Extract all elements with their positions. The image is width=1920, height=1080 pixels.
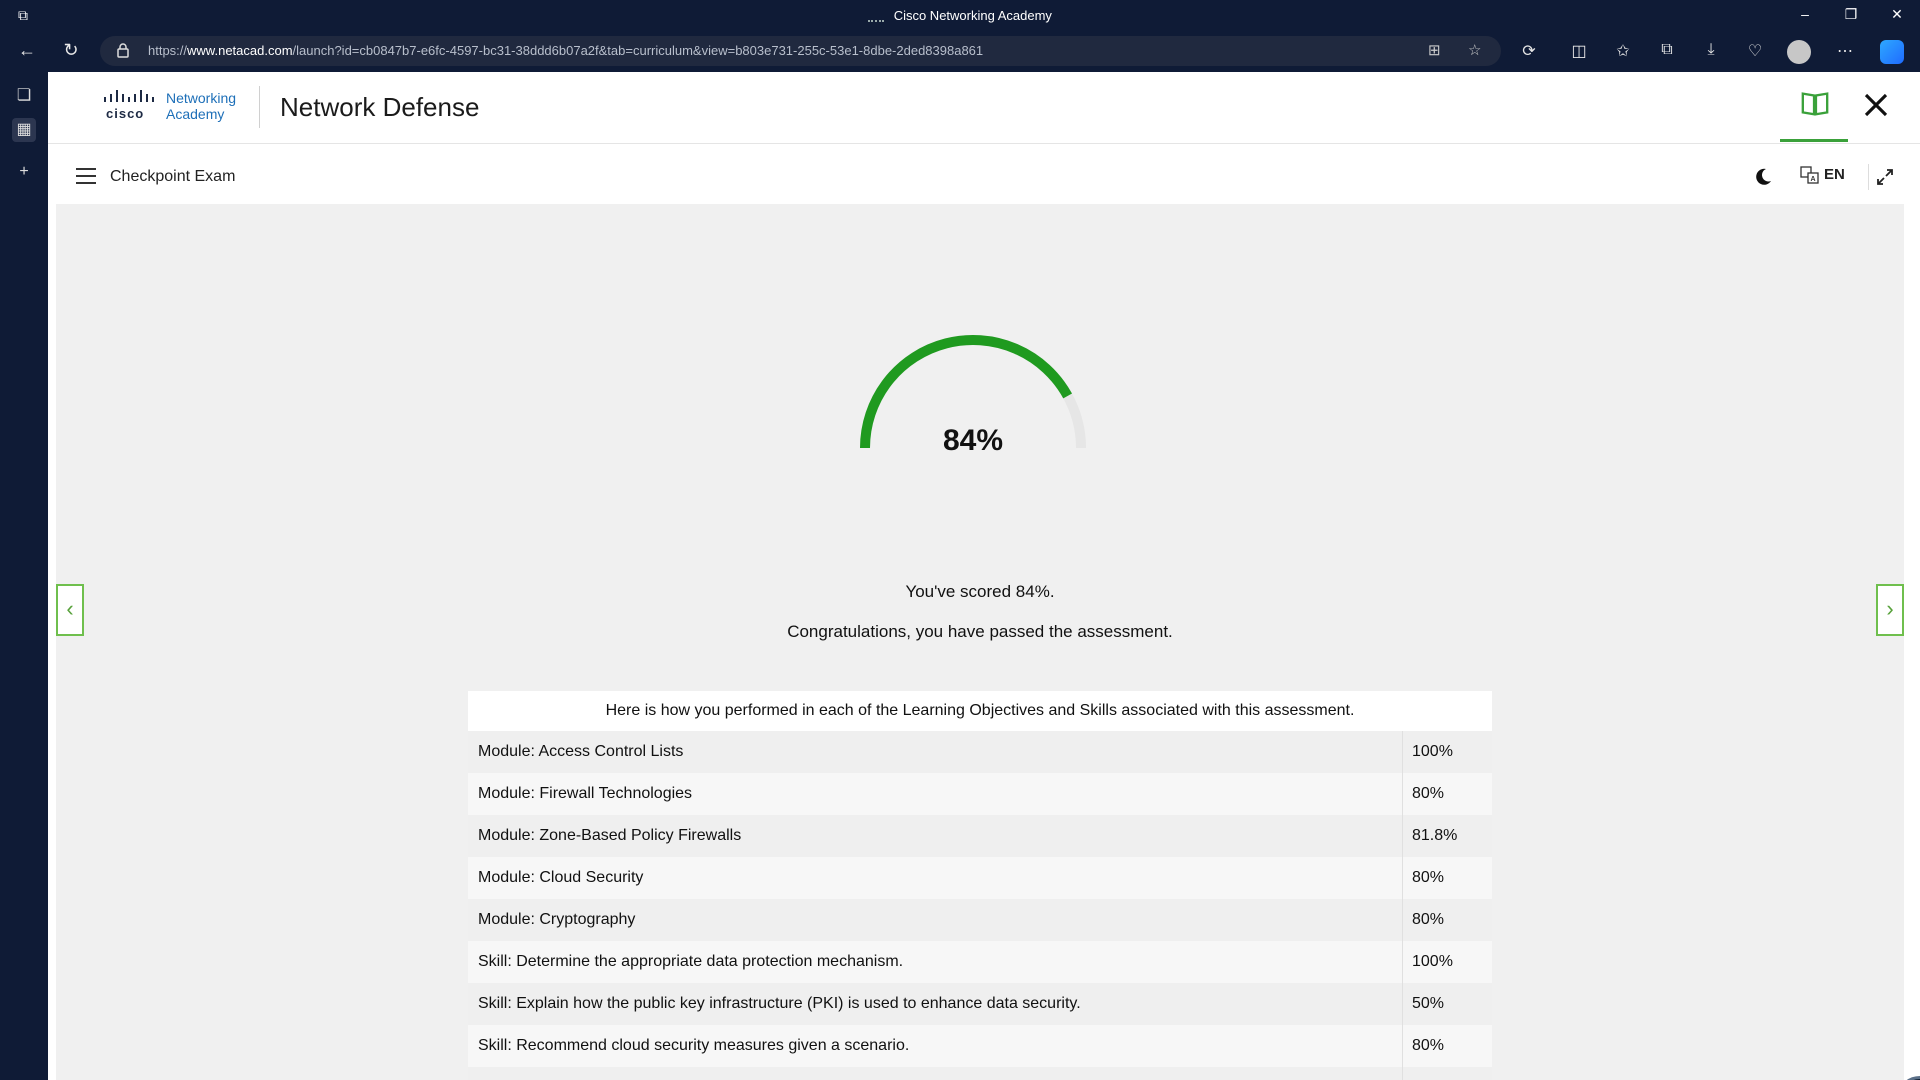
objective-score: 80% <box>1412 911 1445 928</box>
objective-name: Module: Cloud Security <box>468 857 1403 899</box>
course-title: Network Defense <box>280 92 480 122</box>
table-row: Skill: Explain how the public key infras… <box>468 983 1492 1025</box>
objective-score: 87.1% <box>1403 1067 1492 1080</box>
table-row: Skill: Recommend cloud security measures… <box>468 1025 1492 1067</box>
browser-sidebar: ❏ ▦ + <box>0 72 48 1080</box>
hamburger-menu-icon[interactable] <box>76 168 96 184</box>
window-title: Cisco Networking Academy <box>893 8 1052 23</box>
restore-icon[interactable]: ❐ <box>1836 6 1866 23</box>
book-icon <box>1801 92 1829 116</box>
table-row: Module: Cloud Security 80% <box>468 857 1492 899</box>
tab-actions-icon[interactable]: ❏ <box>12 84 36 108</box>
cisco-bars-icon <box>104 90 154 102</box>
logo-brand: cisco <box>106 106 145 121</box>
refresh-icon[interactable]: ↻ <box>58 40 84 61</box>
collections-icon[interactable]: ⧉ <box>1654 41 1680 59</box>
objective-name: Skill: Create a simulated network firewa… <box>468 1067 1403 1080</box>
browser-nav-bar: ← ↻ https://www.netacad.com/launch?id=cb… <box>0 32 1920 72</box>
lock-icon <box>117 43 129 58</box>
objective-name: Skill: Recommend cloud security measures… <box>468 1025 1403 1067</box>
score-percent: 84% <box>942 424 1004 457</box>
more-options-icon[interactable]: ⋯ <box>1832 41 1858 61</box>
logo-line-2: Academy <box>166 106 225 122</box>
performance-table-heading: Here is how you performed in each of the… <box>468 691 1492 731</box>
objective-name: Module: Zone-Based Policy Firewalls <box>468 815 1403 857</box>
table-row: Skill: Create a simulated network firewa… <box>468 1067 1492 1080</box>
browser-title-bar: ⧉ Cisco Networking Academy – ❐ ✕ <box>0 0 1920 32</box>
objective-name: Skill: Explain how the public key infras… <box>468 983 1403 1025</box>
web-page: cisco Networking Academy Network Defense… <box>48 72 1920 1080</box>
objective-score: 80% <box>1412 1037 1445 1054</box>
logo-line-1: Networking <box>166 90 237 106</box>
objective-score: 50% <box>1412 995 1445 1012</box>
window-close-icon[interactable]: ✕ <box>1882 6 1912 23</box>
url-text[interactable]: https://www.netacad.com/launch?id=cb0847… <box>148 43 983 58</box>
back-icon[interactable]: ← <box>14 40 40 61</box>
objective-name: Module: Access Control Lists <box>468 731 1403 773</box>
address-bar[interactable]: https://www.netacad.com/launch?id=cb0847… <box>100 36 1501 66</box>
extensions-icon[interactable]: ⟳ <box>1516 41 1542 61</box>
objective-name: Module: Firewall Technologies <box>468 773 1403 815</box>
breadcrumb: Checkpoint Exam <box>110 168 236 185</box>
favorite-star-icon[interactable]: ☆ <box>1468 41 1481 59</box>
profile-avatar-icon[interactable] <box>1787 40 1811 64</box>
browser-essentials-icon[interactable]: ♡ <box>1742 41 1768 61</box>
objective-score: 80% <box>1412 869 1445 886</box>
site-favicon-icon <box>868 12 885 22</box>
exam-content: Checkpoint Exam A EN ‹ › 84% You've scor… <box>56 152 1904 1080</box>
cisco-networking-academy-logo[interactable]: cisco Networking Academy <box>102 88 252 128</box>
objective-name: Skill: Determine the appropriate data pr… <box>468 941 1403 983</box>
table-row: Module: Zone-Based Policy Firewalls 81.8% <box>468 815 1492 857</box>
performance-rows: Module: Access Control Lists 100% Module: … <box>468 731 1492 1080</box>
objective-name: Module: Cryptography <box>468 899 1403 941</box>
split-screen-icon[interactable]: ◫ <box>1566 41 1592 61</box>
table-row: Module: Cryptography 80% <box>468 899 1492 941</box>
app-header: cisco Networking Academy Network Defense <box>48 72 1920 144</box>
toolbar-divider <box>1868 164 1869 190</box>
performance-table: Here is how you performed in each of the… <box>468 691 1492 1080</box>
favorites-icon[interactable]: ✩ <box>1610 41 1636 61</box>
close-course-button[interactable] <box>1858 90 1894 126</box>
active-tab-icon[interactable]: ▦ <box>12 118 36 142</box>
translate-icon: A <box>1800 166 1819 184</box>
downloads-icon[interactable]: ⤓ <box>1698 41 1724 59</box>
course-book-button[interactable] <box>1780 72 1848 142</box>
fullscreen-expand-icon[interactable] <box>1876 168 1894 186</box>
scored-message: You've scored 84%. <box>905 582 1055 601</box>
content-toolbar: Checkpoint Exam A EN <box>56 152 1904 204</box>
objective-score: 100% <box>1412 743 1453 760</box>
header-divider <box>259 86 260 128</box>
language-selector[interactable]: A EN <box>1800 166 1845 188</box>
dark-mode-moon-icon[interactable] <box>1752 166 1774 188</box>
objective-score: 80% <box>1412 785 1445 802</box>
table-row: Module: Firewall Technologies 80% <box>468 773 1492 815</box>
objective-score: 81.8% <box>1412 827 1458 844</box>
copilot-icon[interactable] <box>1880 40 1904 64</box>
svg-text:A: A <box>1810 176 1815 183</box>
pass-message: Congratulations, you have passed the ass… <box>787 622 1173 641</box>
objective-score: 100% <box>1412 953 1453 970</box>
app-available-icon[interactable]: ⊞ <box>1428 41 1441 59</box>
language-code: EN <box>1824 166 1845 183</box>
new-tab-icon[interactable]: + <box>12 160 36 184</box>
minimize-icon[interactable]: – <box>1790 6 1820 22</box>
table-row: Module: Access Control Lists 100% <box>468 731 1492 773</box>
table-row: Skill: Determine the appropriate data pr… <box>468 941 1492 983</box>
close-icon <box>1864 93 1888 117</box>
